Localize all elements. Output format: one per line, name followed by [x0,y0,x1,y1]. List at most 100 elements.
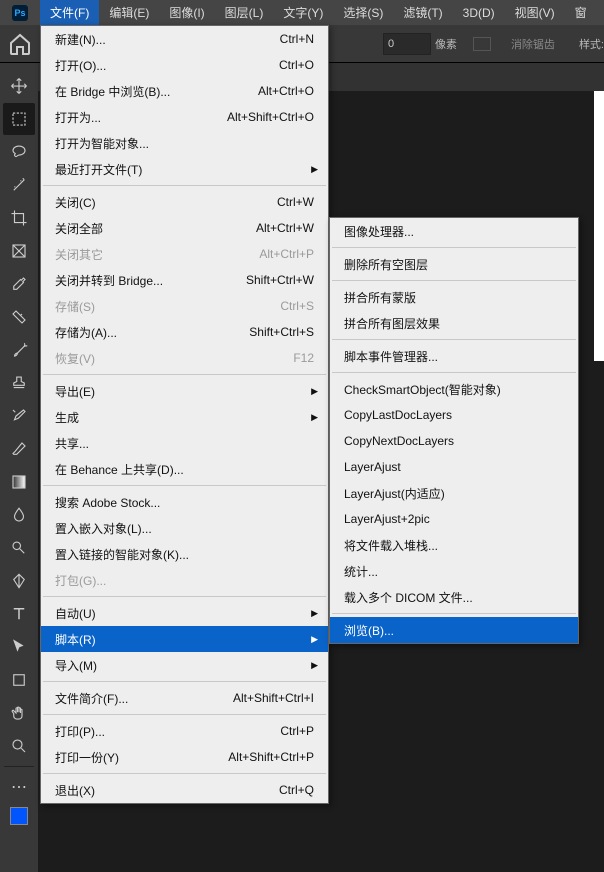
tool-type[interactable] [3,598,35,630]
file-menu-item[interactable]: 关闭并转到 Bridge...Shift+Ctrl+W [41,267,328,293]
tool-frame[interactable] [3,235,35,267]
tool-rect[interactable] [3,664,35,696]
file-menu-item[interactable]: 存储为(A)...Shift+Ctrl+S [41,319,328,345]
menubar: Ps 文件(F) 编辑(E) 图像(I) 图层(L) 文字(Y) 选择(S) 滤… [0,0,604,25]
file-menu-item[interactable]: 打印一份(Y)Alt+Shift+Ctrl+P [41,744,328,770]
file-menu-item[interactable]: 退出(X)Ctrl+Q [41,777,328,803]
submenu-item[interactable]: 拼合所有图层效果 [330,310,578,336]
menu-filter[interactable]: 滤镜(T) [393,0,452,25]
submenu-item-label: LayerAjust+2pic [344,512,430,526]
tool-move[interactable] [3,70,35,102]
tool-brush[interactable] [3,334,35,366]
file-menu-item[interactable]: 打开为智能对象... [41,130,328,156]
submenu-arrow-icon: ▶ [311,386,318,397]
menu-file[interactable]: 文件(F) [40,0,99,25]
file-menu-item[interactable]: 在 Bridge 中浏览(B)...Alt+Ctrl+O [41,78,328,104]
file-menu-item[interactable]: 打开为...Alt+Shift+Ctrl+O [41,104,328,130]
menu-item-label: 打印(P)... [55,723,280,740]
submenu-item[interactable]: LayerAjust [330,454,578,480]
file-menu-item[interactable]: 导出(E)▶ [41,378,328,404]
tool-lasso[interactable] [3,136,35,168]
tool-eyedropper[interactable] [3,268,35,300]
file-menu-item[interactable]: 置入嵌入对象(L)... [41,515,328,541]
submenu-item[interactable]: CheckSmartObject(智能对象) [330,376,578,402]
menu-view[interactable]: 视图(V) [505,0,565,25]
tool-stamp[interactable] [3,367,35,399]
menu-item-shortcut: Ctrl+P [280,724,314,738]
submenu-item-label: 将文件载入堆栈... [344,537,438,554]
submenu-item[interactable]: LayerAjust(内适应) [330,480,578,506]
menu-type[interactable]: 文字(Y) [273,0,333,25]
document-canvas[interactable] [594,91,604,361]
menu-3d[interactable]: 3D(D) [453,0,505,25]
file-menu-item[interactable]: 文件简介(F)...Alt+Shift+Ctrl+I [41,685,328,711]
submenu-item[interactable]: 图像处理器... [330,218,578,244]
tool-path[interactable] [3,631,35,663]
submenu-item[interactable]: CopyNextDocLayers [330,428,578,454]
menu-image[interactable]: 图像(I) [159,0,214,25]
submenu-item[interactable]: 拼合所有蒙版 [330,284,578,310]
menu-item-label: 存储(S) [55,298,280,315]
tool-gradient[interactable] [3,466,35,498]
tool-pen[interactable] [3,565,35,597]
file-menu-dropdown: 新建(N)...Ctrl+N打开(O)...Ctrl+O在 Bridge 中浏览… [40,25,329,804]
menu-item-label: 在 Bridge 中浏览(B)... [55,83,258,100]
submenu-arrow-icon: ▶ [311,660,318,671]
menu-item-label: 打包(G)... [55,572,314,589]
file-menu-item[interactable]: 在 Behance 上共享(D)... [41,456,328,482]
tool-history-brush[interactable] [3,400,35,432]
file-menu-item[interactable]: 脚本(R)▶ [41,626,328,652]
file-menu-item[interactable]: 关闭全部Alt+Ctrl+W [41,215,328,241]
checkbox-icon[interactable] [473,37,491,51]
menu-item-label: 退出(X) [55,782,279,799]
file-menu-item[interactable]: 新建(N)...Ctrl+N [41,26,328,52]
menu-layer[interactable]: 图层(L) [215,0,274,25]
file-menu-item[interactable]: 生成▶ [41,404,328,430]
file-menu-item[interactable]: 共享... [41,430,328,456]
submenu-item[interactable]: LayerAjust+2pic [330,506,578,532]
submenu-arrow-icon: ▶ [311,164,318,175]
submenu-item[interactable]: 脚本事件管理器... [330,343,578,369]
file-menu-item[interactable]: 导入(M)▶ [41,652,328,678]
submenu-item[interactable]: 浏览(B)... [330,617,578,643]
menu-item-label: 导出(E) [55,383,314,400]
tool-eraser[interactable] [3,433,35,465]
color-swatches[interactable] [0,807,38,825]
tool-crop[interactable] [3,202,35,234]
file-menu-item[interactable]: 打印(P)...Ctrl+P [41,718,328,744]
tool-blur[interactable] [3,499,35,531]
submenu-item[interactable]: 将文件载入堆栈... [330,532,578,558]
file-menu-item[interactable]: 关闭(C)Ctrl+W [41,189,328,215]
file-menu-item[interactable]: 自动(U)▶ [41,600,328,626]
submenu-item[interactable]: 载入多个 DICOM 文件... [330,584,578,610]
menu-item-label: 置入链接的智能对象(K)... [55,546,314,563]
submenu-item[interactable]: 统计... [330,558,578,584]
menu-select[interactable]: 选择(S) [333,0,393,25]
menu-edit[interactable]: 编辑(E) [99,0,159,25]
tool-more[interactable]: ⋯ [3,771,35,803]
menu-item-label: 最近打开文件(T) [55,161,314,178]
file-menu-item[interactable]: 最近打开文件(T)▶ [41,156,328,182]
file-menu-item[interactable]: 搜索 Adobe Stock... [41,489,328,515]
fg-color[interactable] [10,807,28,825]
tool-hand[interactable] [3,697,35,729]
submenu-item[interactable]: 删除所有空图层 [330,251,578,277]
submenu-arrow-icon: ▶ [311,412,318,423]
submenu-item[interactable]: CopyLastDocLayers [330,402,578,428]
app-logo: Ps [0,5,40,21]
file-menu-item[interactable]: 打开(O)...Ctrl+O [41,52,328,78]
menu-item-label: 置入嵌入对象(L)... [55,520,314,537]
tool-wand[interactable] [3,169,35,201]
option-value-input[interactable]: 0 [383,33,431,55]
menu-item-label: 存储为(A)... [55,324,249,341]
menu-item-shortcut: F12 [293,351,314,365]
menu-item-shortcut: Shift+Ctrl+W [246,273,314,287]
menu-window[interactable]: 窗 [565,0,597,25]
tool-zoom[interactable] [3,730,35,762]
home-icon[interactable] [8,32,32,56]
tool-dodge[interactable] [3,532,35,564]
menu-item-label: 关闭其它 [55,246,259,263]
tool-heal[interactable] [3,301,35,333]
file-menu-item[interactable]: 置入链接的智能对象(K)... [41,541,328,567]
tool-marquee[interactable] [3,103,35,135]
